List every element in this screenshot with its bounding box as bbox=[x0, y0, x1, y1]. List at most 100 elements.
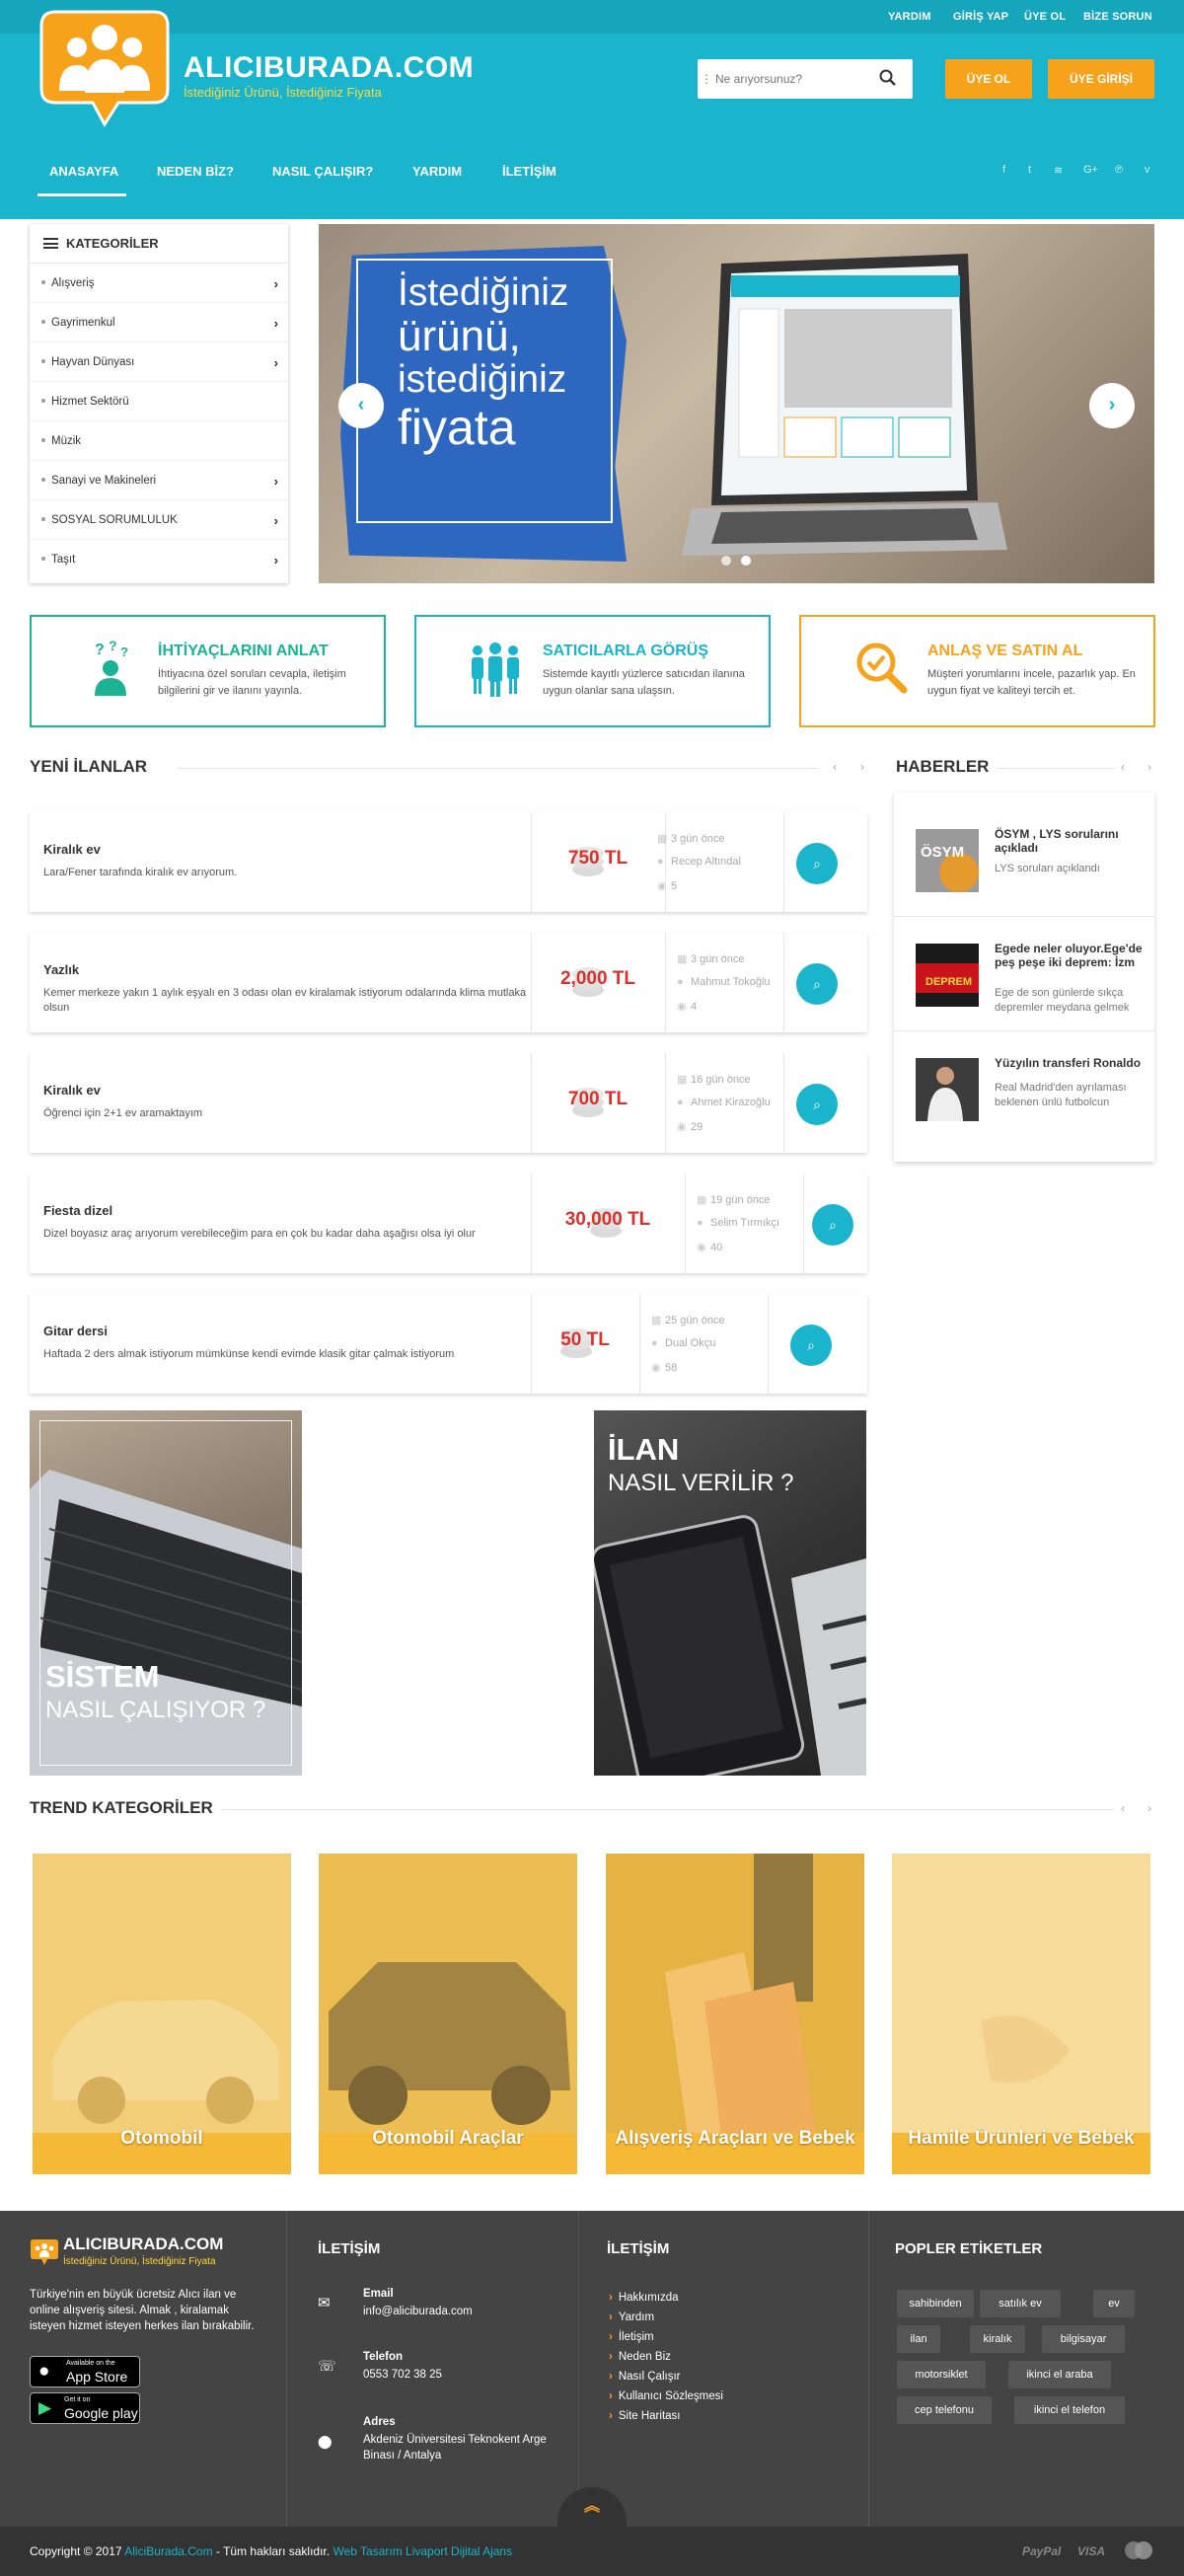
view-listing-search-icon[interactable]: ⌕ bbox=[796, 1084, 838, 1125]
brand-name[interactable]: ALICIBURADA.COM bbox=[184, 51, 474, 85]
twitter-icon[interactable]: t bbox=[1028, 164, 1031, 176]
footer-link-contact[interactable]: İletişim bbox=[609, 2331, 654, 2343]
nav-how-it-works[interactable]: NASIL ÇALIŞIR? bbox=[272, 164, 373, 179]
footer-link-about[interactable]: Hakkımızda bbox=[609, 2292, 679, 2304]
category-item[interactable]: Sanayi ve Makineleri › bbox=[30, 461, 288, 500]
rss-icon[interactable]: ≋ bbox=[1054, 164, 1063, 177]
chevron-right-icon: › bbox=[273, 553, 278, 568]
nav-help[interactable]: YARDIM bbox=[412, 164, 462, 179]
divider bbox=[685, 1174, 686, 1273]
tag-link[interactable]: sahibinden bbox=[897, 2290, 974, 2317]
copyright-site-link[interactable]: AliciBurada.Com bbox=[124, 2544, 212, 2558]
news-title[interactable]: Yüzyılın transferi Ronaldo bbox=[995, 1056, 1143, 1070]
category-item[interactable]: Hizmet Sektörü bbox=[30, 382, 288, 421]
footer-logo-icon[interactable] bbox=[30, 2238, 59, 2266]
topbar-login-link[interactable]: GİRİŞ YAP bbox=[953, 11, 1008, 23]
listings-next-arrow[interactable]: › bbox=[860, 760, 864, 774]
login-button[interactable]: ÜYE GİRİŞİ bbox=[1048, 59, 1154, 99]
listing-card[interactable]: Fiesta dizel Dizel boyasız araç arıyorum… bbox=[30, 1174, 867, 1273]
listings-prev-arrow[interactable]: ‹ bbox=[833, 760, 837, 774]
listing-title[interactable]: Gitar dersi bbox=[43, 1324, 108, 1338]
tag-link[interactable]: bilgisayar bbox=[1042, 2325, 1125, 2353]
news-item[interactable]: Yüzyılın transferi Ronaldo Real Madrid'd… bbox=[894, 1031, 1154, 1146]
register-button[interactable]: ÜYE OL bbox=[945, 59, 1032, 99]
listing-title[interactable]: Fiesta dizel bbox=[43, 1203, 112, 1218]
search-input[interactable] bbox=[715, 72, 863, 86]
view-listing-search-icon[interactable]: ⌕ bbox=[796, 963, 838, 1005]
trend-label: Hamile Ürünleri ve Bebek bbox=[908, 2128, 1135, 2149]
slider-dot-active[interactable] bbox=[741, 556, 751, 566]
tag-link[interactable]: motorsiklet bbox=[897, 2361, 986, 2388]
category-item[interactable]: Taşıt › bbox=[30, 540, 288, 579]
footer-link-terms[interactable]: Kullanıcı Sözleşmesi bbox=[609, 2390, 723, 2402]
news-title[interactable]: Egede neler oluyor.Ege'de peş peşe iki d… bbox=[995, 942, 1143, 969]
tag-link[interactable]: ev bbox=[1093, 2290, 1135, 2317]
tag-link[interactable]: cep telefonu bbox=[897, 2396, 992, 2424]
search-icon[interactable] bbox=[879, 69, 897, 87]
view-listing-search-icon[interactable]: ⌕ bbox=[790, 1325, 832, 1366]
phone-value[interactable]: 0553 702 38 25 bbox=[363, 2367, 442, 2383]
view-listing-search-icon[interactable]: ⌕ bbox=[796, 843, 838, 884]
slider-prev-button[interactable]: ‹ bbox=[338, 383, 384, 428]
promo-how-system-works[interactable]: SİSTEM NASIL ÇALIŞIYOR ? bbox=[30, 1410, 302, 1776]
slider-dot[interactable] bbox=[721, 556, 731, 566]
vimeo-icon[interactable]: v bbox=[1145, 164, 1150, 176]
news-item[interactable]: DEPREM Egede neler oluyor.Ege'de peş peş… bbox=[894, 917, 1154, 1031]
news-item[interactable]: ÖSYM ÖSYM , LYS sorularını açıkladı LYS … bbox=[894, 802, 1154, 917]
trend-card[interactable]: Alışveriş Araçları ve Bebek bbox=[606, 1854, 864, 2174]
email-value[interactable]: info@aliciburada.com bbox=[363, 2304, 473, 2319]
pinterest-icon[interactable]: ℗ bbox=[1115, 164, 1123, 176]
google-play-badge[interactable]: ▶ Get it on Google play bbox=[30, 2392, 140, 2424]
news-prev-arrow[interactable]: ‹ bbox=[1121, 760, 1125, 774]
footer-link-help[interactable]: Yardım bbox=[609, 2311, 654, 2323]
category-item[interactable]: Alışveriş › bbox=[30, 264, 288, 303]
slider-next-button[interactable]: › bbox=[1089, 383, 1135, 428]
tag-link[interactable]: satılık ev bbox=[980, 2290, 1061, 2317]
trend-card[interactable]: Otomobil Araçlar bbox=[319, 1854, 577, 2174]
tag-link[interactable]: ilan bbox=[897, 2325, 940, 2353]
topbar-register-link[interactable]: ÜYE OL bbox=[1024, 11, 1066, 23]
view-listing-search-icon[interactable]: ⌕ bbox=[812, 1204, 853, 1246]
footer-link-sitemap[interactable]: Site Haritası bbox=[609, 2410, 681, 2422]
tag-link[interactable]: ikinci el araba bbox=[1008, 2361, 1111, 2388]
news-title[interactable]: ÖSYM , LYS sorularını açıkladı bbox=[995, 827, 1143, 855]
trend-prev-arrow[interactable]: ‹ bbox=[1121, 1801, 1125, 1815]
facebook-icon[interactable]: f bbox=[1002, 164, 1005, 176]
promo-how-to-post[interactable]: İLAN NASIL VERİLİR ? bbox=[594, 1410, 866, 1776]
news-next-arrow[interactable]: › bbox=[1147, 760, 1151, 774]
listing-card[interactable]: Kiralık ev Öğrenci için 2+1 ev aramaktay… bbox=[30, 1053, 867, 1153]
tag-link[interactable]: kiralık bbox=[970, 2325, 1025, 2353]
app-store-badge[interactable]: ● Available on the App Store bbox=[30, 2356, 140, 2387]
listing-title[interactable]: Kiralık ev bbox=[43, 1083, 101, 1098]
google-plus-icon[interactable]: G+ bbox=[1083, 164, 1098, 176]
search-menu-icon[interactable]: ⋮ bbox=[698, 72, 715, 86]
listing-card[interactable]: Yazlık Kemer merkeze yakın 1 aylık eşyal… bbox=[30, 933, 867, 1032]
category-item[interactable]: Gayrimenkul › bbox=[30, 303, 288, 342]
nav-why-us[interactable]: NEDEN BİZ? bbox=[157, 164, 234, 179]
category-item[interactable]: Hayvan Dünyası › bbox=[30, 342, 288, 382]
listing-title[interactable]: Yazlık bbox=[43, 962, 79, 977]
nav-home[interactable]: ANASAYFA bbox=[49, 164, 118, 179]
listing-card[interactable]: Kiralık ev Lara/Fener tarafında kiralık … bbox=[30, 812, 867, 912]
footer-link-how-it-works[interactable]: Nasıl Çalışır bbox=[609, 2371, 681, 2383]
trend-next-arrow[interactable]: › bbox=[1147, 1801, 1151, 1815]
phone-icon: ☏ bbox=[318, 2358, 336, 2375]
footer-link-why-us[interactable]: Neden Biz bbox=[609, 2351, 671, 2363]
footer-brand[interactable]: ALICIBURADA.COM bbox=[63, 2235, 223, 2252]
category-menu-header[interactable]: KATEGORİLER bbox=[30, 224, 288, 264]
nav-contact[interactable]: İLETİŞİM bbox=[502, 164, 556, 179]
agency-link[interactable]: Web Tasarım Livaport Dijital Ajans bbox=[333, 2544, 512, 2558]
category-item[interactable]: Müzik bbox=[30, 421, 288, 461]
topbar-help-link[interactable]: YARDIM bbox=[888, 11, 931, 23]
listing-title[interactable]: Kiralık ev bbox=[43, 842, 101, 857]
listing-views-text: 40 bbox=[710, 1242, 723, 1253]
truck-image bbox=[319, 1854, 577, 2174]
listing-card[interactable]: Gitar dersi Haftada 2 ders almak istiyor… bbox=[30, 1294, 867, 1394]
trend-card[interactable]: Hamile Ürünleri ve Bebek bbox=[892, 1854, 1150, 2174]
feature-description: İhtiyacına özel soruları cevapla, iletiş… bbox=[158, 668, 346, 697]
trend-card[interactable]: Otomobil bbox=[33, 1854, 291, 2174]
category-item[interactable]: SOSYAL SORUMLULUK › bbox=[30, 500, 288, 540]
logo-icon[interactable] bbox=[37, 8, 172, 128]
topbar-ask-link[interactable]: BİZE SORUN bbox=[1083, 11, 1152, 23]
tag-link[interactable]: ikinci el telefon bbox=[1014, 2396, 1125, 2424]
